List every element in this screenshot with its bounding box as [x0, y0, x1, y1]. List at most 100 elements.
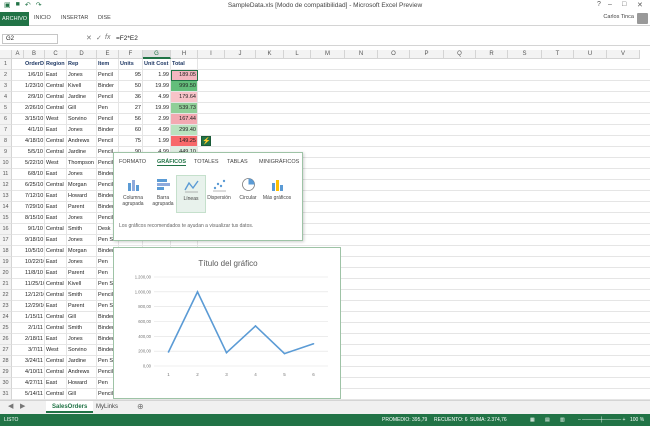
- table-cell[interactable]: Jones: [67, 334, 97, 345]
- table-cell[interactable]: Central: [45, 81, 67, 92]
- column-header[interactable]: L: [284, 50, 311, 59]
- table-cell[interactable]: 75: [119, 136, 143, 147]
- header-cell[interactable]: Item: [97, 59, 119, 70]
- column-header[interactable]: N: [345, 50, 378, 59]
- table-cell[interactable]: East: [45, 235, 67, 246]
- row-header[interactable]: 22: [0, 290, 12, 301]
- column-header[interactable]: T: [542, 50, 574, 59]
- row-header[interactable]: 8: [0, 136, 12, 147]
- tab-totals[interactable]: TOTALES: [194, 159, 219, 165]
- table-cell[interactable]: 1.99: [143, 136, 171, 147]
- table-cell[interactable]: Howard: [67, 191, 97, 202]
- header-cell[interactable]: Unit Cost: [143, 59, 171, 70]
- row-header[interactable]: 1: [0, 59, 12, 70]
- table-cell[interactable]: 7/12/10: [24, 191, 45, 202]
- row-header[interactable]: 28: [0, 356, 12, 367]
- table-cell[interactable]: Sorvino: [67, 114, 97, 125]
- table-cell[interactable]: East: [45, 213, 67, 224]
- table-cell[interactable]: 19.99: [143, 81, 171, 92]
- table-cell[interactable]: 60: [119, 125, 143, 136]
- table-cell[interactable]: East: [45, 169, 67, 180]
- table-cell[interactable]: Morgan: [67, 180, 97, 191]
- table-cell[interactable]: Parent: [67, 202, 97, 213]
- table-cell[interactable]: 8/15/10: [24, 213, 45, 224]
- table-cell[interactable]: 9/18/10: [24, 235, 45, 246]
- table-cell[interactable]: 9/1/10: [24, 224, 45, 235]
- table-cell[interactable]: East: [45, 202, 67, 213]
- table-cell[interactable]: Jardine: [67, 147, 97, 158]
- table-cell[interactable]: Central: [45, 224, 67, 235]
- table-cell[interactable]: East: [45, 378, 67, 389]
- header-cell[interactable]: OrderDate: [24, 59, 45, 70]
- table-cell[interactable]: Parent: [67, 268, 97, 279]
- table-cell[interactable]: 2/1/11: [24, 323, 45, 334]
- column-header[interactable]: D: [67, 50, 97, 59]
- tab-format[interactable]: FORMATO: [119, 159, 146, 165]
- table-cell[interactable]: 7/29/10: [24, 202, 45, 213]
- column-header[interactable]: S: [508, 50, 542, 59]
- table-cell[interactable]: 1/6/10: [24, 70, 45, 81]
- enter-icon[interactable]: ✓: [96, 34, 102, 42]
- chart-option-more[interactable]: Más gráficos: [262, 177, 292, 201]
- column-header[interactable]: Q: [444, 50, 476, 59]
- table-cell[interactable]: 6/25/10: [24, 180, 45, 191]
- column-header[interactable]: B: [24, 50, 45, 59]
- column-header[interactable]: R: [476, 50, 508, 59]
- table-cell[interactable]: 299.40: [171, 125, 198, 136]
- table-cell[interactable]: Binder: [97, 81, 119, 92]
- table-cell[interactable]: West: [45, 345, 67, 356]
- table-cell[interactable]: Thompson: [67, 158, 97, 169]
- table-cell[interactable]: Jones: [67, 125, 97, 136]
- sheet-tab-mylinks[interactable]: MyLinks: [90, 401, 124, 413]
- page-break-icon[interactable]: ▥: [560, 414, 565, 426]
- column-header[interactable]: J: [225, 50, 256, 59]
- table-cell[interactable]: Central: [45, 290, 67, 301]
- tab-home[interactable]: INICIO: [34, 15, 51, 21]
- table-cell[interactable]: Howard: [67, 378, 97, 389]
- chart-option-line[interactable]: Líneas: [176, 175, 206, 213]
- add-sheet-icon[interactable]: ⊕: [137, 402, 144, 411]
- row-header[interactable]: 31: [0, 389, 12, 400]
- cancel-icon[interactable]: ✕: [86, 34, 92, 42]
- table-cell[interactable]: 6/8/10: [24, 169, 45, 180]
- row-header[interactable]: 4: [0, 92, 12, 103]
- table-cell[interactable]: Central: [45, 147, 67, 158]
- row-header[interactable]: 12: [0, 180, 12, 191]
- table-cell[interactable]: Andrews: [67, 367, 97, 378]
- avatar[interactable]: [637, 13, 648, 24]
- zoom-slider[interactable]: – ─────┼───── +: [578, 414, 625, 426]
- table-cell[interactable]: 4/18/10: [24, 136, 45, 147]
- table-cell[interactable]: 4.99: [143, 92, 171, 103]
- table-cell[interactable]: 3/7/11: [24, 345, 45, 356]
- table-cell[interactable]: East: [45, 125, 67, 136]
- row-header[interactable]: 20: [0, 268, 12, 279]
- table-cell[interactable]: Central: [45, 92, 67, 103]
- name-box[interactable]: G2: [2, 34, 58, 44]
- header-cell[interactable]: Total: [171, 59, 198, 70]
- tab-sparklines[interactable]: MINIGRÁFICOS: [259, 159, 299, 165]
- table-cell[interactable]: Smith: [67, 290, 97, 301]
- header-cell[interactable]: Units: [119, 59, 143, 70]
- row-header[interactable]: 7: [0, 125, 12, 136]
- function-icon[interactable]: fx: [105, 34, 110, 41]
- table-cell[interactable]: 149.25: [171, 136, 198, 147]
- table-cell[interactable]: 5/22/10: [24, 158, 45, 169]
- quick-analysis-button[interactable]: ⚡: [201, 136, 211, 146]
- row-header[interactable]: 6: [0, 114, 12, 125]
- table-cell[interactable]: 4/1/10: [24, 125, 45, 136]
- table-cell[interactable]: 10/22/10: [24, 257, 45, 268]
- prev-sheet-icon[interactable]: ◀: [8, 402, 13, 410]
- table-cell[interactable]: 1.99: [143, 70, 171, 81]
- table-cell[interactable]: Central: [45, 312, 67, 323]
- user-name[interactable]: Carlos Tinca: [603, 14, 634, 20]
- table-cell[interactable]: Morgan: [67, 246, 97, 257]
- table-cell[interactable]: Andrews: [67, 136, 97, 147]
- table-cell[interactable]: 11/8/10: [24, 268, 45, 279]
- help-icon[interactable]: ?: [597, 1, 601, 8]
- header-cell[interactable]: Region: [45, 59, 67, 70]
- row-header[interactable]: 19: [0, 257, 12, 268]
- row-header[interactable]: 29: [0, 367, 12, 378]
- column-header[interactable]: O: [378, 50, 410, 59]
- column-header[interactable]: H: [171, 50, 198, 59]
- page-layout-icon[interactable]: ▤: [545, 414, 550, 426]
